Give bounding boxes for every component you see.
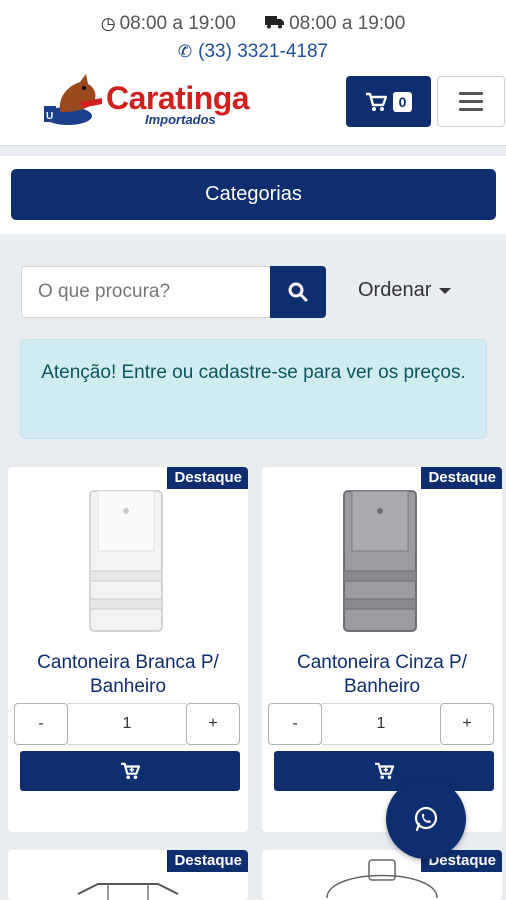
- product-name[interactable]: Cantoneira Branca P/ Banheiro: [8, 651, 248, 699]
- alert-text: Atenção! Entre ou cadastre-se para ver o…: [41, 362, 466, 383]
- header: ◷ 08:00 a 19:00 08:00 a 19:00 ✆ (33) 3321-…: [0, 0, 506, 146]
- cart-count-badge: 0: [392, 91, 413, 112]
- phone-text: (33) 3321-4187: [198, 41, 329, 62]
- svg-text:U: U: [46, 111, 53, 122]
- add-to-cart-button[interactable]: [20, 751, 240, 791]
- quantity-stepper: - 1 +: [268, 703, 494, 745]
- featured-badge: Destaque: [167, 850, 248, 872]
- delivery-hours: 08:00 a 19:00: [265, 13, 405, 35]
- product-card: Destaque: [8, 850, 248, 900]
- store-hours: ◷ 08:00 a 19:00: [101, 13, 236, 35]
- logo-sub: Importados: [145, 112, 216, 127]
- product-image: [89, 490, 163, 632]
- store-hours-text: 08:00 a 19:00: [119, 13, 236, 34]
- menu-button[interactable]: [437, 76, 505, 127]
- search-input[interactable]: [38, 281, 254, 303]
- product-name[interactable]: Cantoneira Cinza P/ Banheiro: [262, 651, 502, 699]
- hours-row: ◷ 08:00 a 19:00 08:00 a 19:00: [0, 13, 506, 35]
- mascot-logo-icon: U: [44, 74, 102, 125]
- increase-button[interactable]: +: [440, 703, 494, 745]
- order-dropdown[interactable]: Ordenar: [358, 279, 452, 302]
- search-icon: [288, 282, 308, 302]
- truck-icon: [265, 14, 285, 34]
- hamburger-icon-bar: [459, 100, 483, 103]
- cart-icon: [365, 92, 387, 111]
- whatsapp-button[interactable]: [386, 779, 466, 859]
- phone-icon: ✆: [177, 42, 193, 61]
- logo[interactable]: U Caratinga Importados: [40, 72, 265, 132]
- quantity-value[interactable]: 1: [68, 703, 186, 745]
- product-card: Destaque: [262, 850, 502, 900]
- product-image: [77, 883, 179, 900]
- cart-plus-icon: [121, 762, 140, 780]
- phone-link[interactable]: ✆ (33) 3321-4187: [0, 41, 506, 63]
- categories-button[interactable]: Categorias: [11, 169, 496, 220]
- caret-down-icon: [439, 287, 452, 294]
- login-alert: Atenção! Entre ou cadastre-se para ver o…: [20, 339, 487, 439]
- categories-section: Categorias: [0, 156, 506, 234]
- cart-button[interactable]: 0: [346, 76, 431, 127]
- quantity-value[interactable]: 1: [322, 703, 440, 745]
- product-image: [326, 859, 438, 899]
- clock-icon: ◷: [100, 14, 116, 33]
- hamburger-icon-bar: [459, 108, 483, 111]
- search-button[interactable]: [270, 266, 326, 318]
- whatsapp-icon: [414, 806, 438, 832]
- quantity-stepper: - 1 +: [14, 703, 240, 745]
- decrease-button[interactable]: -: [14, 703, 68, 745]
- decrease-button[interactable]: -: [268, 703, 322, 745]
- order-label: Ordenar: [358, 279, 432, 301]
- delivery-hours-text: 08:00 a 19:00: [289, 13, 406, 34]
- cart-plus-icon: [375, 762, 394, 780]
- featured-badge: Destaque: [167, 467, 248, 489]
- hamburger-icon: [459, 92, 483, 95]
- search-field[interactable]: [21, 266, 270, 318]
- add-to-cart-button[interactable]: [274, 751, 494, 791]
- increase-button[interactable]: +: [186, 703, 240, 745]
- product-image: [343, 490, 417, 632]
- product-card: Destaque Cantoneira Branca P/ Banheiro -…: [8, 467, 248, 832]
- featured-badge: Destaque: [421, 467, 502, 489]
- product-card: Destaque Cantoneira Cinza P/ Banheiro - …: [262, 467, 502, 832]
